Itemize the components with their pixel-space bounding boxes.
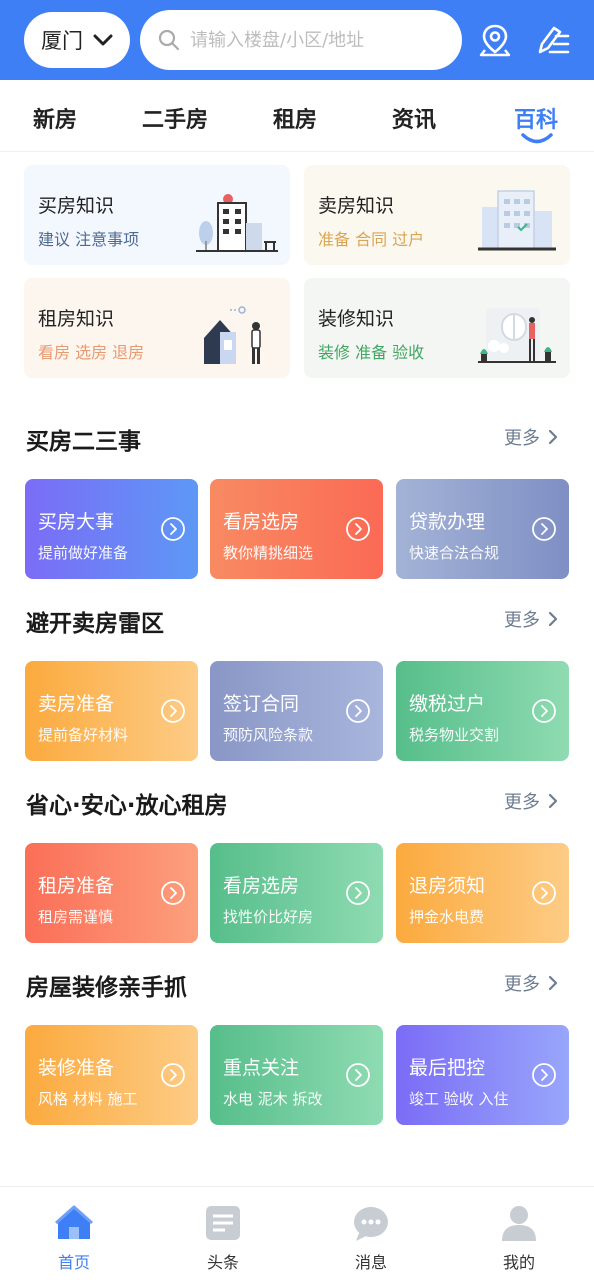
circle-arrow-right-icon — [161, 881, 185, 905]
more-link-decoration[interactable]: 更多 — [504, 970, 558, 996]
chevron-down-icon — [93, 34, 113, 46]
guide-card-buy-major[interactable]: 买房大事 提前做好准备 — [25, 479, 198, 579]
tab-encyclopedia[interactable]: 百科 — [514, 102, 558, 134]
more-link-renting[interactable]: 更多 — [504, 788, 558, 814]
section-title-selling: 避开卖房雷区 — [26, 611, 164, 637]
decoration-illustration-icon — [478, 308, 556, 363]
guide-card-key-focus[interactable]: 重点关注 水电 泥木 拆改 — [210, 1025, 383, 1125]
sell-knowledge-card[interactable]: 卖房知识 准备 合同 过户 — [304, 165, 570, 265]
guide-card-tax-transfer[interactable]: 缴税过户 税务物业交割 — [396, 661, 569, 761]
location-pin-icon — [479, 24, 511, 57]
location-button[interactable] — [475, 20, 515, 60]
chevron-right-icon — [548, 611, 558, 627]
card-subtitle: 租房需谨慎 — [38, 908, 114, 926]
card-subtitle: 找性价比好房 — [223, 908, 314, 926]
category-tabs: 新房 二手房 租房 资讯 百科 — [0, 80, 594, 152]
more-link-selling[interactable]: 更多 — [504, 606, 558, 632]
guide-card-checkout[interactable]: 退房须知 押金水电费 — [396, 843, 569, 943]
guide-card-sell-prep[interactable]: 卖房准备 提前备好材料 — [25, 661, 198, 761]
more-label: 更多 — [504, 792, 540, 813]
circle-arrow-right-icon — [161, 1063, 185, 1087]
tab-new-house[interactable]: 新房 — [33, 102, 77, 134]
more-label: 更多 — [504, 974, 540, 995]
house-person-illustration-icon — [204, 306, 261, 364]
city-selector[interactable]: 厦门 — [24, 12, 130, 68]
circle-arrow-right-icon — [532, 881, 556, 905]
guide-card-deco-prep[interactable]: 装修准备 风格 材料 施工 — [25, 1025, 198, 1125]
search-icon — [158, 29, 180, 51]
bottom-nav: 首页 头条 消息 我的 — [0, 1186, 594, 1280]
more-label: 更多 — [504, 610, 540, 631]
card-subtitle: 税务物业交割 — [409, 726, 500, 744]
nav-label: 消息 — [354, 1253, 387, 1272]
card-subtitle: 风格 材料 施工 — [38, 1090, 138, 1108]
nav-label: 我的 — [502, 1253, 535, 1272]
guide-card-rent-view[interactable]: 看房选房 找性价比好房 — [210, 843, 383, 943]
top-header: 厦门 — [0, 0, 594, 80]
profile-icon — [502, 1206, 536, 1241]
card-subtitle: 教你精挑细选 — [223, 544, 314, 562]
building-illustration-icon — [196, 194, 278, 252]
city-label: 厦门 — [41, 29, 83, 53]
more-link-buying[interactable]: 更多 — [504, 424, 558, 450]
buy-knowledge-card[interactable]: 买房知识 建议 注意事项 — [24, 165, 290, 265]
section-title-renting: 省心·安心·放心租房 — [26, 793, 228, 819]
tab-second-hand[interactable]: 二手房 — [142, 102, 208, 134]
nav-messages[interactable]: 消息 — [331, 1203, 411, 1273]
circle-arrow-right-icon — [532, 699, 556, 723]
card-subtitle: 提前备好材料 — [38, 726, 129, 744]
card-subtitle: 水电 泥木 拆改 — [223, 1090, 323, 1108]
guide-card-view-house[interactable]: 看房选房 教你精挑细选 — [210, 479, 383, 579]
decoration-knowledge-card[interactable]: 装修知识 装修 准备 验收 — [304, 278, 570, 378]
circle-arrow-right-icon — [532, 517, 556, 541]
search-bar[interactable] — [140, 10, 462, 70]
chevron-right-icon — [548, 793, 558, 809]
nav-label: 头条 — [206, 1253, 239, 1272]
search-input[interactable] — [190, 29, 430, 51]
office-building-illustration-icon — [478, 190, 556, 251]
rent-knowledge-card[interactable]: 租房知识 看房 选房 退房 — [24, 278, 290, 378]
circle-arrow-right-icon — [532, 1063, 556, 1087]
card-subtitle: 快速合法合规 — [409, 544, 500, 562]
nav-headlines[interactable]: 头条 — [183, 1203, 263, 1273]
tab-news[interactable]: 资讯 — [392, 102, 436, 134]
guide-card-loan[interactable]: 贷款办理 快速合法合规 — [396, 479, 569, 579]
card-subtitle: 提前做好准备 — [38, 544, 129, 562]
edit-button[interactable] — [532, 20, 572, 60]
circle-arrow-right-icon — [161, 699, 185, 723]
circle-arrow-right-icon — [161, 517, 185, 541]
card-subtitle: 押金水电费 — [409, 908, 485, 926]
home-icon — [55, 1205, 93, 1239]
circle-arrow-right-icon — [346, 517, 370, 541]
nav-label: 首页 — [57, 1253, 90, 1272]
card-subtitle: 预防风险条款 — [223, 726, 314, 744]
circle-arrow-right-icon — [346, 1063, 370, 1087]
headlines-icon — [206, 1206, 240, 1240]
guide-card-contract[interactable]: 签订合同 预防风险条款 — [210, 661, 383, 761]
circle-arrow-right-icon — [346, 699, 370, 723]
nav-home[interactable]: 首页 — [34, 1203, 114, 1273]
section-title-decoration: 房屋装修亲手抓 — [26, 975, 187, 1001]
tab-rent[interactable]: 租房 — [273, 102, 317, 134]
circle-arrow-right-icon — [346, 881, 370, 905]
active-tab-indicator — [521, 133, 553, 144]
edit-list-icon — [538, 26, 570, 54]
more-label: 更多 — [504, 428, 540, 449]
chevron-right-icon — [548, 975, 558, 991]
card-subtitle: 竣工 验收 入住 — [409, 1090, 509, 1108]
guide-card-final-check[interactable]: 最后把控 竣工 验收 入住 — [396, 1025, 569, 1125]
chevron-right-icon — [548, 429, 558, 445]
section-title-buying: 买房二三事 — [26, 429, 141, 455]
guide-card-rent-prep[interactable]: 租房准备 租房需谨慎 — [25, 843, 198, 943]
message-icon — [354, 1207, 388, 1241]
nav-profile[interactable]: 我的 — [479, 1203, 559, 1273]
